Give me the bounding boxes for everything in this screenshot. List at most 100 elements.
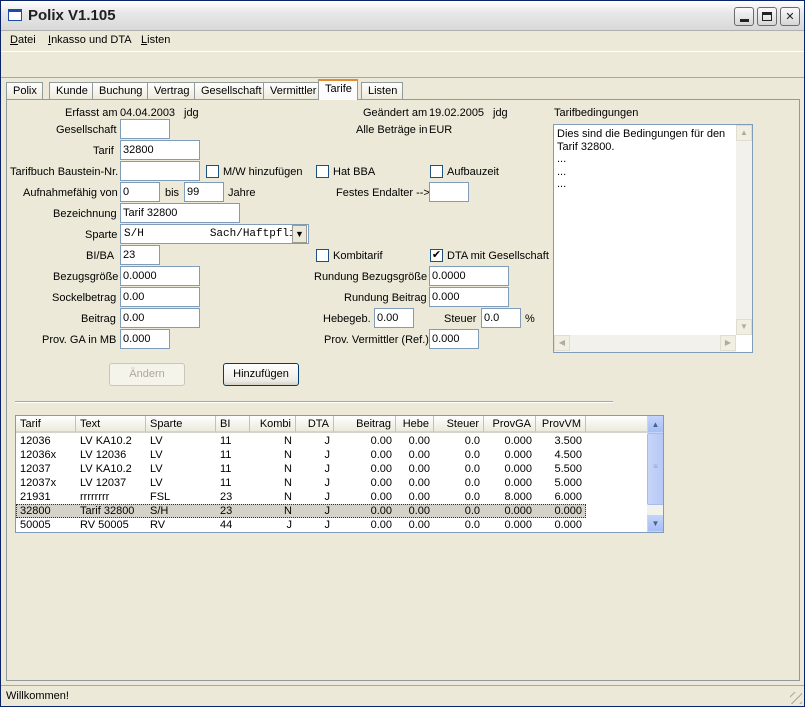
- provga-field[interactable]: 0.000: [120, 329, 170, 349]
- aufnahme-bis-field[interactable]: 99: [184, 182, 224, 202]
- tarif-field[interactable]: 32800: [120, 140, 200, 160]
- tab-polix[interactable]: Polix: [6, 82, 43, 100]
- erfasst-label: Erfasst am: [65, 107, 118, 119]
- menu-datei[interactable]: Datei: [10, 34, 36, 46]
- cell-tarif: 21931: [20, 491, 51, 503]
- scroll-right-icon[interactable]: ▶: [720, 335, 736, 351]
- cell-provvm: 6.000: [554, 491, 582, 503]
- geaendert-label: Geändert am: [363, 107, 428, 119]
- menu-listen[interactable]: Listen: [141, 34, 170, 46]
- cell-beitrag: 0.00: [370, 435, 392, 447]
- mw-checkbox[interactable]: [206, 165, 219, 178]
- bezugsgroesse-field[interactable]: 0.0000: [120, 266, 200, 286]
- bi-field[interactable]: 23: [120, 245, 160, 265]
- cell-provvm: 3.500: [554, 435, 582, 447]
- cell-bi: 11: [220, 463, 232, 475]
- column-header-bi[interactable]: BI: [216, 416, 250, 433]
- tab-vermittler[interactable]: Vermittler: [263, 82, 323, 100]
- endalter-field[interactable]: [429, 182, 469, 202]
- rundung-bezug-field[interactable]: 0.0000: [429, 266, 509, 286]
- aendern-button[interactable]: Ändern: [109, 363, 185, 386]
- cell-sparte: S/H: [150, 505, 169, 517]
- cell-bi: 11: [220, 477, 232, 489]
- table-row[interactable]: 32800 Tarif 32800 S/H 23 N J 0.00 0.00 0.0 0.000 0…: [16, 504, 586, 518]
- kombitarif-label: Kombitarif: [333, 250, 383, 262]
- tarifbedingungen-textarea[interactable]: Dies sind die Bedingungen für den Tarif …: [553, 124, 753, 353]
- app-window-icon: [8, 9, 22, 21]
- column-header-kombi[interactable]: Kombi: [250, 416, 296, 433]
- baustein-field[interactable]: [120, 161, 200, 181]
- column-header-beitrag[interactable]: Beitrag: [334, 416, 396, 433]
- beitrag-field[interactable]: 0.00: [120, 308, 200, 328]
- column-header-provga[interactable]: ProvGA: [484, 416, 536, 433]
- tab-listen[interactable]: Listen: [361, 82, 404, 100]
- table-row[interactable]: 12037 LV KA10.2 LV 11 N J 0.00 0.00 0.0 0.000 5.50…: [16, 462, 586, 476]
- cell-provga: 0.000: [504, 435, 532, 447]
- close-button[interactable]: ✕: [780, 7, 800, 26]
- resize-grip-icon[interactable]: [790, 692, 802, 704]
- scroll-up-icon[interactable]: ▲: [736, 125, 752, 141]
- tab-buchung[interactable]: Buchung: [92, 82, 149, 100]
- column-header-steuer[interactable]: Steuer: [434, 416, 484, 433]
- gesellschaft-field[interactable]: [120, 119, 170, 139]
- table-row[interactable]: 50005 RV 50005 RV 44 J J 0.00 0.00 0.0 0.000 0.000: [16, 518, 586, 532]
- scroll-up-icon[interactable]: ▲: [647, 416, 663, 433]
- column-header-text[interactable]: Text: [76, 416, 146, 433]
- sparte-select[interactable]: S/H Sach/Haftpflic: [120, 224, 309, 244]
- cell-beitrag: 0.00: [370, 491, 392, 503]
- scrollbar-thumb[interactable]: ≡: [647, 433, 663, 505]
- scroll-down-icon[interactable]: ▼: [736, 319, 752, 335]
- cell-hebe: 0.00: [408, 435, 430, 447]
- sockelbetrag-field[interactable]: 0.00: [120, 287, 200, 307]
- tab-tarife[interactable]: Tarife: [318, 79, 358, 100]
- provverm-label: Prov. Vermittler (Ref.): [324, 334, 429, 346]
- column-header-hebe[interactable]: Hebe: [396, 416, 434, 433]
- rundung-beitrag-field[interactable]: 0.000: [429, 287, 509, 307]
- tarif-table[interactable]: Tarif Text Sparte BI Kombi DTA Beitrag Hebe Steu…: [15, 415, 664, 533]
- title-bar[interactable]: Polix V1.105 ✕: [1, 1, 804, 31]
- tab-gesellschaft[interactable]: Gesellschaft: [194, 82, 268, 100]
- table-row[interactable]: 12036 LV KA10.2 LV 11 N J 0.00 0.00 0.0 0.000 3.50…: [16, 434, 586, 448]
- table-row[interactable]: 21931 rrrrrrrr FSL 23 N J 0.00 0.00 0.0 8.000 6.00…: [16, 490, 586, 504]
- tarifbedingungen-label: Tarifbedingungen: [554, 107, 639, 119]
- textarea-vscrollbar[interactable]: ▲ ▼: [736, 125, 752, 335]
- kombitarif-checkbox[interactable]: [316, 249, 329, 262]
- table-vscrollbar[interactable]: ▲ ≡ ▼: [647, 416, 663, 532]
- scroll-left-icon[interactable]: ◀: [554, 335, 570, 351]
- table-row[interactable]: 12037x LV 12037 LV 11 N J 0.00 0.00 0.0 0.000 5.00…: [16, 476, 586, 490]
- minimize-button[interactable]: [734, 7, 754, 26]
- maximize-button[interactable]: [757, 7, 777, 26]
- rundung-beitrag-label: Rundung Beitrag: [344, 292, 427, 304]
- cell-steuer: 0.0: [464, 477, 480, 489]
- aufbauzeit-checkbox[interactable]: [430, 165, 443, 178]
- column-header-sparte[interactable]: Sparte: [146, 416, 216, 433]
- cell-hebe: 0.00: [408, 449, 430, 461]
- cell-provvm: 4.500: [554, 449, 582, 461]
- column-header-provvm[interactable]: ProvVM: [536, 416, 586, 433]
- scroll-down-icon[interactable]: ▼: [647, 515, 663, 532]
- bis-label: bis: [165, 187, 180, 199]
- cell-provga: 0.000: [504, 449, 532, 461]
- textarea-hscrollbar[interactable]: ◀ ▶: [554, 335, 736, 352]
- dta-checkbox[interactable]: ✔: [430, 249, 443, 262]
- steuer-field[interactable]: 0.0: [481, 308, 521, 328]
- rundung-bezug-label: Rundung Bezugsgröße: [314, 271, 428, 283]
- status-text: Willkommen!: [6, 690, 69, 702]
- provverm-field[interactable]: 0.000: [429, 329, 479, 349]
- hebegeb-field[interactable]: 0.00: [374, 308, 414, 328]
- bezeichnung-field[interactable]: Tarif 32800: [120, 203, 240, 223]
- cell-dta: J: [324, 491, 331, 503]
- tarif-label: Tarif: [93, 145, 114, 157]
- hinzufuegen-button[interactable]: Hinzufügen: [223, 363, 299, 386]
- tab-vertrag[interactable]: Vertrag: [147, 82, 196, 100]
- sparte-dropdown-button[interactable]: ▼: [292, 225, 307, 243]
- column-header-dta[interactable]: DTA: [296, 416, 334, 433]
- bba-checkbox[interactable]: [316, 165, 329, 178]
- menu-inkasso-dta[interactable]: Inkasso und DTA: [48, 34, 132, 46]
- tab-kunde[interactable]: Kunde: [49, 82, 94, 100]
- cell-kombi: N: [284, 463, 292, 475]
- column-header-tarif[interactable]: Tarif: [16, 416, 76, 433]
- aufnahme-von-field[interactable]: 0: [120, 182, 160, 202]
- table-row[interactable]: 12036x LV 12036 LV 11 N J 0.00 0.00 0.0 0.000 4.50…: [16, 448, 586, 462]
- cell-hebe: 0.00: [408, 463, 430, 475]
